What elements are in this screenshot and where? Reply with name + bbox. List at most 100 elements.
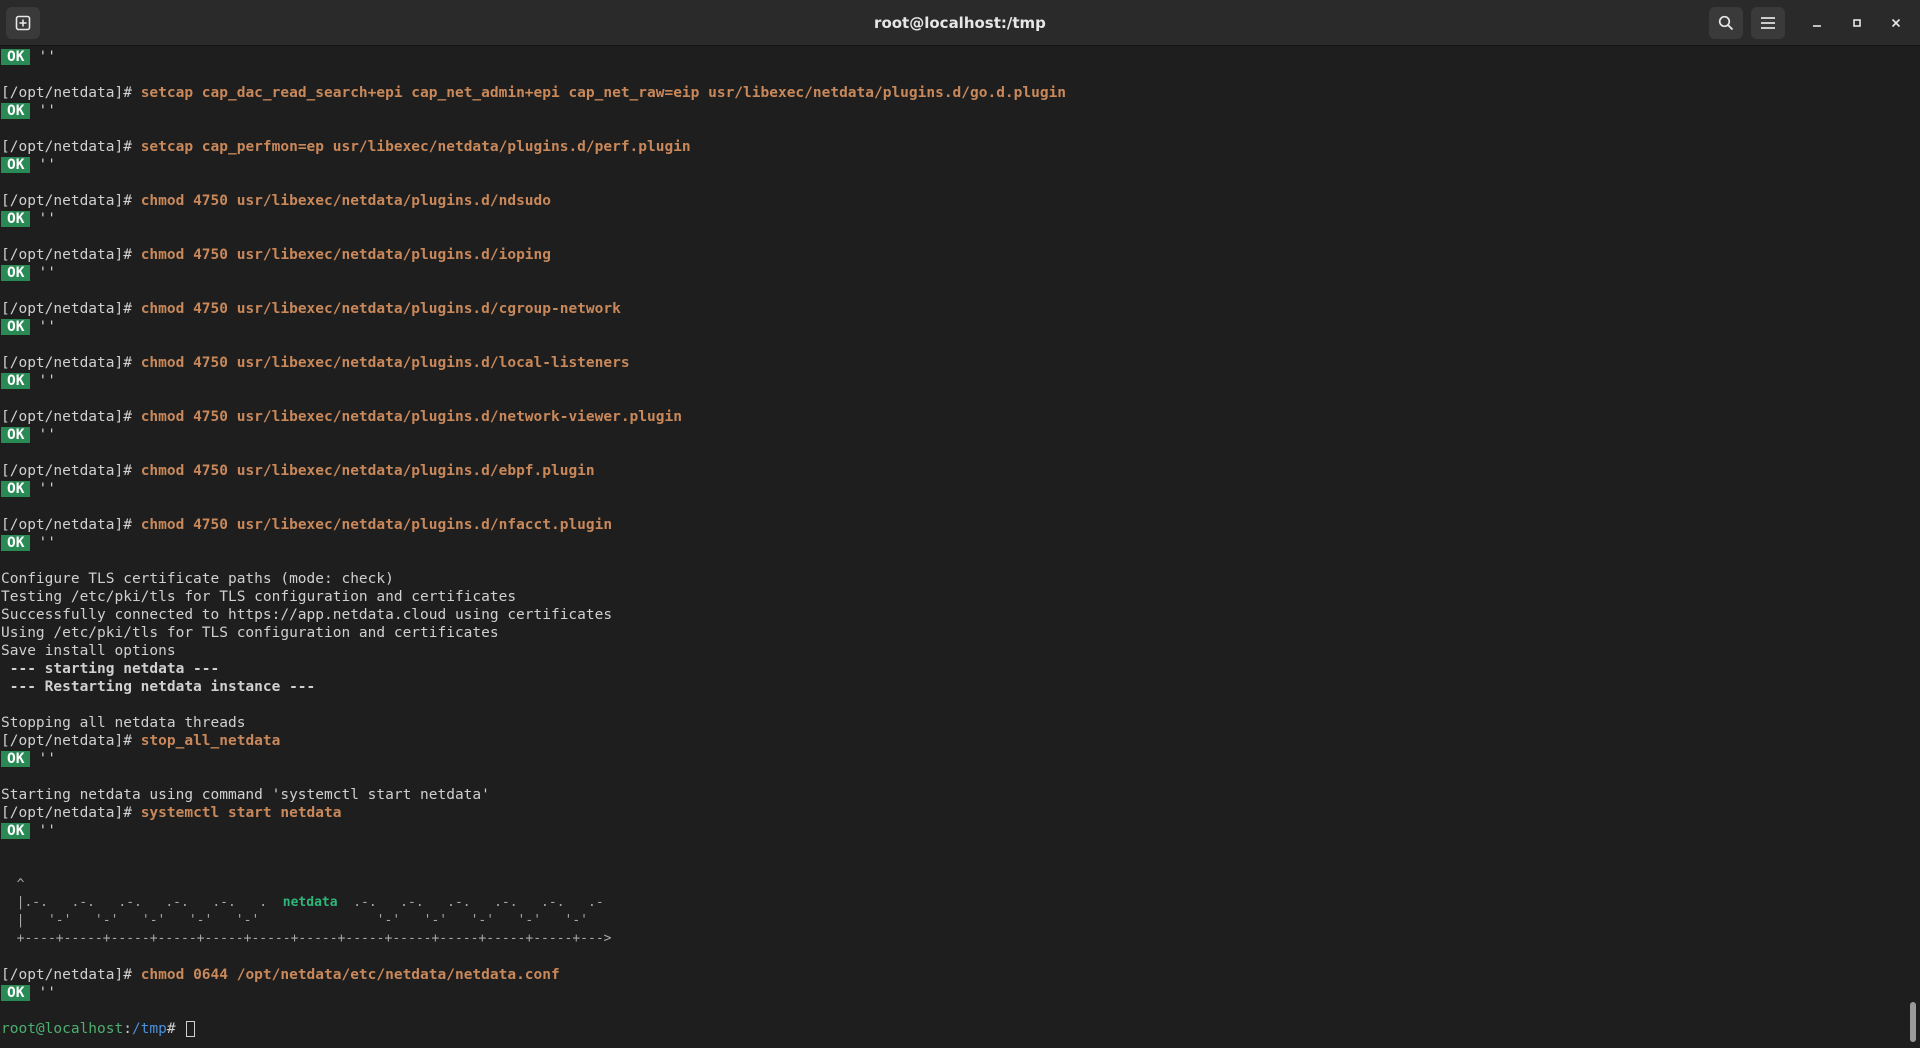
- logo-waves-right: .-. .-. .-. .-. .-. .-: [337, 895, 604, 910]
- ok-badge: OK: [1, 103, 31, 119]
- command-line: [/opt/netdata]# chmod 4750 usr/libexec/n…: [0, 516, 1906, 534]
- menu-button[interactable]: [1751, 7, 1785, 39]
- ok-suffix: '': [38, 157, 56, 173]
- command-line: [/opt/netdata]# chmod 4750 usr/libexec/n…: [0, 300, 1906, 318]
- command-text: chmod 4750 usr/libexec/netdata/plugins.d…: [140, 355, 630, 371]
- shell-prompt: [/opt/netdata]#: [1, 301, 141, 317]
- ok-line: OK '': [0, 534, 1906, 552]
- output-line: Save install options: [1, 643, 176, 659]
- shell-prompt: [/opt/netdata]#: [1, 409, 141, 425]
- ok-suffix: '': [38, 103, 56, 119]
- ok-line: OK '': [0, 102, 1906, 120]
- netdata-logo-line: | '-' '-' '-' '-' '-' '-' '-' '-' '-' '-…: [1, 913, 588, 928]
- command-text: chmod 4750 usr/libexec/netdata/plugins.d…: [140, 517, 613, 533]
- ok-suffix: '': [38, 373, 56, 389]
- ok-suffix: '': [38, 427, 56, 443]
- command-line: [/opt/netdata]# chmod 4750 usr/libexec/n…: [0, 354, 1906, 372]
- shell-prompt: [/opt/netdata]#: [1, 139, 141, 155]
- minimize-button[interactable]: [1805, 11, 1829, 35]
- command-line: [/opt/netdata]# systemctl start netdata: [0, 804, 1906, 822]
- command-text: chmod 0644 /opt/netdata/etc/netdata/netd…: [140, 967, 560, 983]
- ok-suffix: '': [38, 481, 56, 497]
- ok-line: OK '': [0, 984, 1906, 1002]
- ok-line: OK '': [0, 480, 1906, 498]
- ok-suffix: '': [38, 985, 56, 1001]
- ok-badge: OK: [1, 751, 31, 767]
- output-line: Configure TLS certificate paths (mode: c…: [1, 571, 394, 587]
- prompt-separator: :: [123, 1021, 132, 1037]
- hamburger-menu-icon: [1761, 17, 1775, 29]
- prompt-hash: #: [166, 1021, 185, 1037]
- ok-line: OK '': [0, 48, 1906, 66]
- logo-waves-left: |.-. .-. .-. .-. .-. .: [1, 895, 283, 910]
- close-button[interactable]: [1884, 11, 1908, 35]
- ok-line: OK '': [0, 822, 1906, 840]
- ok-line: OK '': [0, 210, 1906, 228]
- ok-line: OK '': [0, 156, 1906, 174]
- ok-line: OK '': [0, 372, 1906, 390]
- ok-badge: OK: [1, 535, 31, 551]
- ok-suffix: '': [38, 319, 56, 335]
- netdata-logo-line: |.-. .-. .-. .-. .-. . netdata .-. .-. .…: [0, 894, 1906, 912]
- search-button[interactable]: [1709, 7, 1743, 39]
- shell-prompt: [/opt/netdata]#: [1, 247, 141, 263]
- prompt-user-host: root@localhost: [1, 1021, 124, 1037]
- shell-prompt: [/opt/netdata]#: [1, 967, 141, 983]
- active-prompt-line[interactable]: root@localhost:/tmp#: [0, 1020, 1906, 1038]
- shell-prompt: [/opt/netdata]#: [1, 85, 141, 101]
- maximize-icon: [1853, 19, 1861, 27]
- command-line: [/opt/netdata]# chmod 0644 /opt/netdata/…: [0, 966, 1906, 984]
- terminal-output[interactable]: OK '' [/opt/netdata]# setcap cap_dac_read…: [0, 46, 1906, 1048]
- command-line: [/opt/netdata]# chmod 4750 usr/libexec/n…: [0, 246, 1906, 264]
- netdata-logo-word: netdata: [282, 895, 338, 910]
- title-bar: root@localhost:/tmp: [0, 0, 1920, 46]
- command-line: [/opt/netdata]# stop_all_netdata: [0, 732, 1906, 750]
- ok-badge: OK: [1, 319, 31, 335]
- command-line: [/opt/netdata]# chmod 4750 usr/libexec/n…: [0, 408, 1906, 426]
- text-cursor: [186, 1021, 196, 1037]
- window-title: root@localhost:/tmp: [874, 14, 1046, 32]
- command-blocks: [/opt/netdata]# setcap cap_dac_read_sear…: [0, 84, 1906, 570]
- ok-line: OK '': [0, 426, 1906, 444]
- ok-badge: OK: [1, 427, 31, 443]
- command-text: systemctl start netdata: [140, 805, 342, 821]
- close-icon: [1891, 18, 1901, 28]
- command-text: chmod 4750 usr/libexec/netdata/plugins.d…: [140, 409, 682, 425]
- minimize-icon: [1813, 25, 1821, 27]
- prompt-path: /tmp: [131, 1021, 167, 1037]
- output-line: Starting netdata using command 'systemct…: [1, 787, 490, 803]
- command-line: [/opt/netdata]# chmod 4750 usr/libexec/n…: [0, 462, 1906, 480]
- output-line: Testing /etc/pki/tls for TLS configurati…: [1, 589, 517, 605]
- scrollbar-thumb[interactable]: [1910, 1002, 1916, 1042]
- ok-suffix: '': [38, 211, 56, 227]
- shell-prompt: [/opt/netdata]#: [1, 193, 141, 209]
- ok-badge: OK: [1, 157, 31, 173]
- ok-suffix: '': [38, 751, 56, 767]
- ok-line: OK '': [0, 318, 1906, 336]
- shell-prompt: [/opt/netdata]#: [1, 517, 141, 533]
- shell-prompt: [/opt/netdata]#: [1, 463, 141, 479]
- ok-line: OK '': [0, 750, 1906, 768]
- command-text: chmod 4750 usr/libexec/netdata/plugins.d…: [140, 463, 595, 479]
- search-icon: [1718, 15, 1734, 31]
- ok-suffix: '': [38, 535, 56, 551]
- output-line: --- starting netdata ---: [1, 661, 220, 677]
- ok-badge: OK: [1, 481, 31, 497]
- scrollbar[interactable]: [1906, 46, 1918, 1048]
- ok-badge: OK: [1, 985, 31, 1001]
- output-line: Using /etc/pki/tls for TLS configuration…: [1, 625, 499, 641]
- command-text: chmod 4750 usr/libexec/netdata/plugins.d…: [140, 301, 621, 317]
- netdata-logo-line: ^: [1, 877, 25, 892]
- shell-prompt: [/opt/netdata]#: [1, 805, 141, 821]
- command-text: setcap cap_dac_read_search+epi cap_net_a…: [140, 85, 1067, 101]
- command-text: chmod 4750 usr/libexec/netdata/plugins.d…: [140, 247, 551, 263]
- ok-badge: OK: [1, 49, 31, 65]
- ok-line: OK '': [0, 264, 1906, 282]
- maximize-button[interactable]: [1845, 11, 1869, 35]
- command-text: setcap cap_perfmon=ep usr/libexec/netdat…: [140, 139, 691, 155]
- shell-prompt: [/opt/netdata]#: [1, 733, 141, 749]
- command-line: [/opt/netdata]# chmod 4750 usr/libexec/n…: [0, 192, 1906, 210]
- ok-badge: OK: [1, 265, 31, 281]
- output-line: --- Restarting netdata instance ---: [1, 679, 316, 695]
- output-line: Stopping all netdata threads: [1, 715, 246, 731]
